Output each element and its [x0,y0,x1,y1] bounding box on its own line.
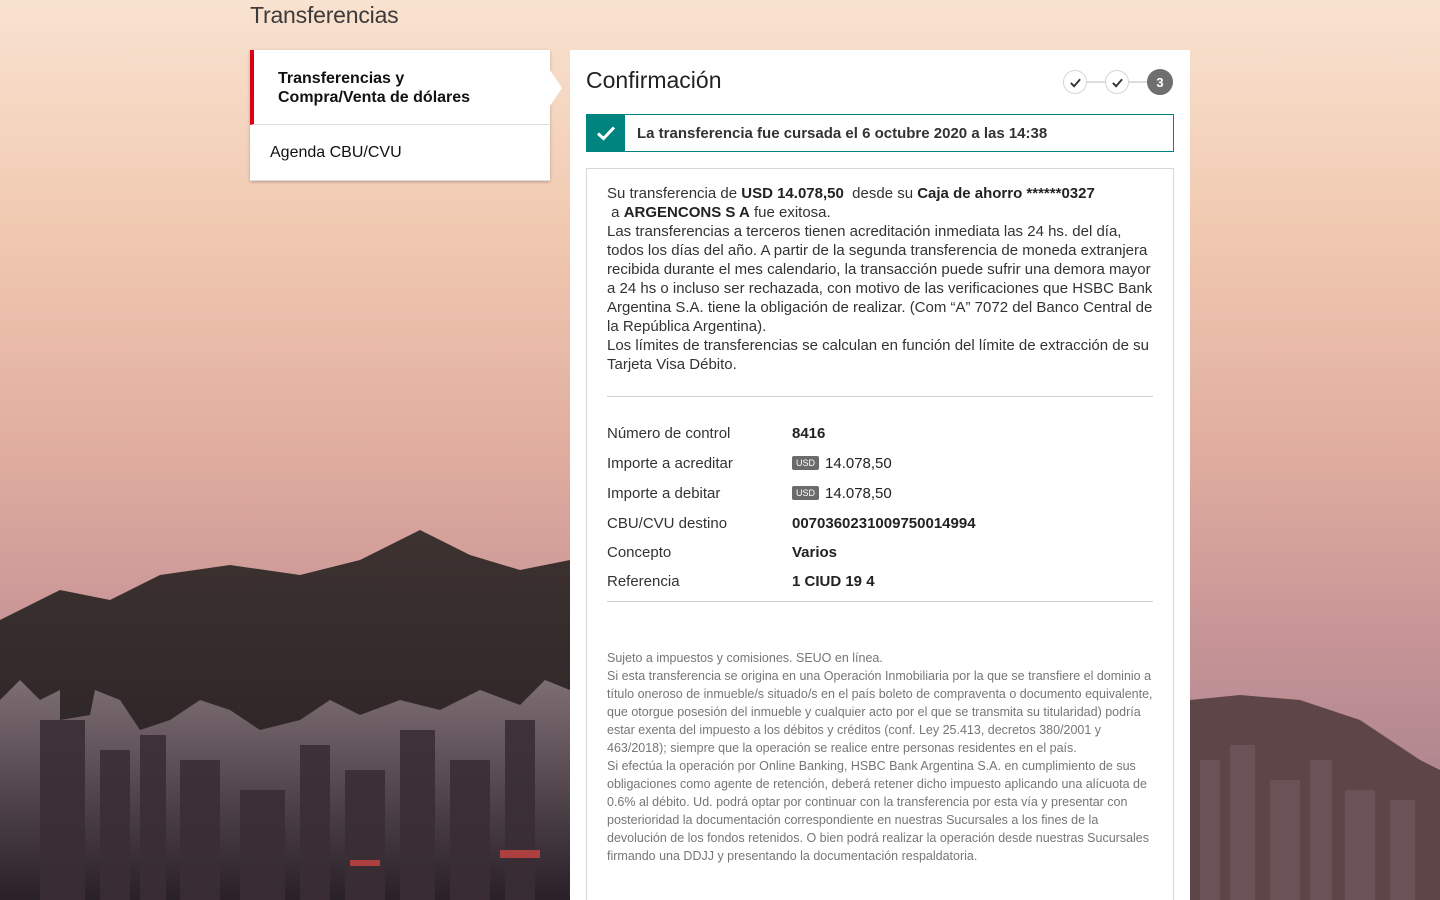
detail-label: Referencia [607,573,680,590]
detail-value: 1 CIUD 19 4 [792,573,875,590]
summary-amount: USD 14.078,50 [741,185,844,202]
detail-row-cbu: CBU/CVU destino 0070360231009750014994 [607,513,1153,535]
sidebar-item-label: Transferencias y Compra/Venta de dólares [278,70,471,106]
summary-verification-note: Las transferencias a terceros tienen acr… [607,223,1153,335]
detail-value: 8416 [792,425,826,442]
divider [607,396,1153,397]
success-check-icon [587,115,625,151]
detail-value: 0070360231009750014994 [792,515,976,532]
progress-stepper: 3 [1063,69,1175,95]
summary-limits-note: Los límites de transferencias se calcula… [607,337,1149,373]
detail-value: 14.078,50 [825,455,892,472]
summary-account: Caja de ahorro ******0327 [917,185,1095,202]
detail-row-amount-debit: Importe a debitar USD 14.078,50 [607,483,1153,505]
detail-label: Importe a acreditar [607,455,733,472]
transfer-details: Su transferencia de USD 14.078,50 desde … [586,168,1174,900]
panel-title: Confirmación [586,67,722,93]
legal-line: Si esta transferencia se origina en una … [607,669,1153,755]
currency-badge: USD [792,486,820,500]
summary-text: Su transferencia de [607,185,742,202]
detail-row-concept: Concepto Varios [607,542,1153,564]
detail-value-wrap: USD 14.078,50 [792,453,892,475]
check-icon [1069,78,1081,88]
sidebar-menu: Transferencias y Compra/Venta de dólares… [250,50,562,181]
transfer-summary: Su transferencia de USD 14.078,50 desde … [607,184,1155,374]
detail-label: Importe a debitar [607,485,721,502]
legal-line: Si efectúa la operación por Online Banki… [607,759,1149,863]
confirmation-panel: Confirmación 3 La transferencia fue curs… [570,50,1190,900]
legal-line: Sujeto a impuestos y comisiones. SEUO en… [607,651,883,665]
summary-text: fue exitosa. [749,204,831,221]
step-1-done [1063,70,1087,94]
detail-label: CBU/CVU destino [607,515,728,532]
detail-value: Varios [792,544,838,561]
detail-row-reference: Referencia 1 CIUD 19 4 [607,571,1153,593]
step-2-done [1105,70,1129,94]
success-banner: La transferencia fue cursada el 6 octubr… [586,114,1174,152]
check-icon [1111,78,1123,88]
legal-disclaimer: Sujeto a impuestos y comisiones. SEUO en… [607,649,1157,865]
step-3-current: 3 [1147,69,1173,95]
summary-text: desde su [843,185,918,202]
sidebar-item-label: Agenda CBU/CVU [270,144,402,161]
detail-label: Concepto [607,544,672,561]
currency-badge: USD [792,456,820,470]
sidebar-item-transferencias[interactable]: Transferencias y Compra/Venta de dólares [250,50,562,125]
detail-row-control-number: Número de control 8416 [607,423,1153,445]
page-title: Transferencias [250,2,399,28]
summary-text: a [607,204,624,221]
detail-label: Número de control [607,425,731,442]
detail-value-wrap: USD 14.078,50 [792,483,892,505]
summary-beneficiary: ARGENCONS S A [623,204,750,221]
divider [607,601,1153,602]
detail-value: 14.078,50 [825,485,892,502]
success-message: La transferencia fue cursada el 6 octubr… [637,124,1048,142]
detail-row-amount-credit: Importe a acreditar USD 14.078,50 [607,453,1153,475]
sidebar-item-agenda-cbu[interactable]: Agenda CBU/CVU [250,125,550,181]
